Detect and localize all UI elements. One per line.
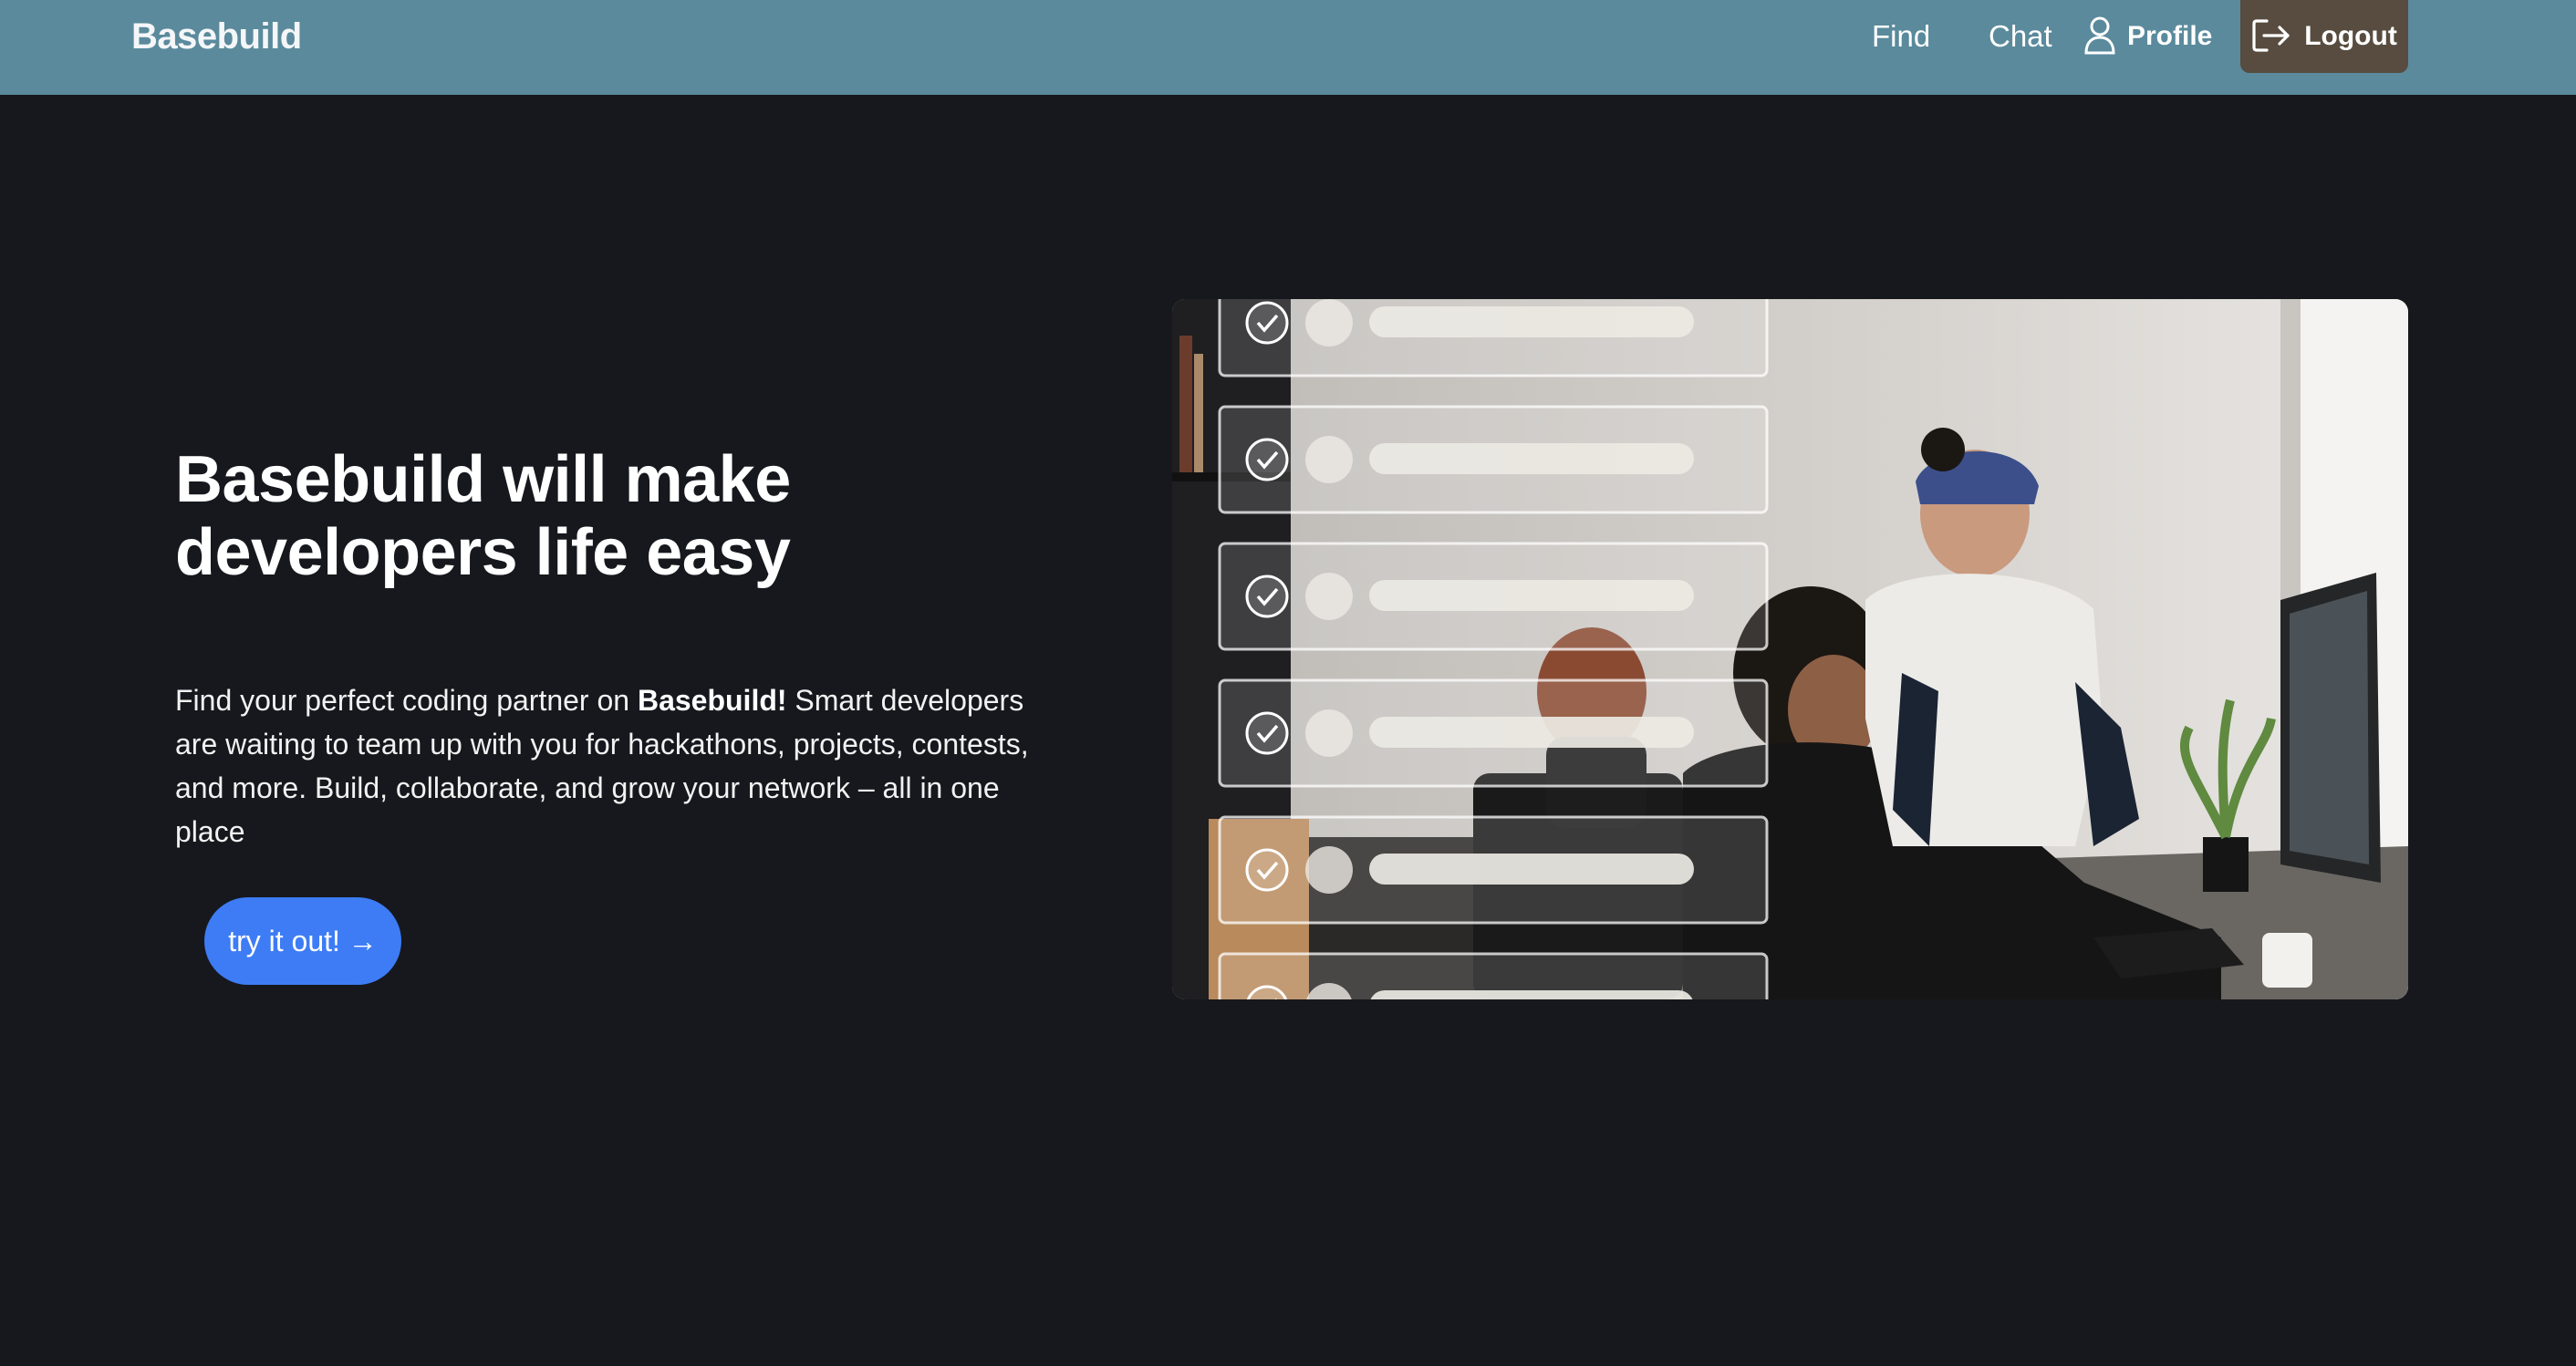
nav-link-profile[interactable]: Profile	[2083, 13, 2212, 60]
description-brand: Basebuild!	[637, 684, 787, 717]
checklist-row	[1218, 815, 1769, 925]
try-it-out-button[interactable]: try it out! →	[204, 897, 401, 985]
nav-link-find[interactable]: Find	[1872, 13, 1930, 60]
hero-headline: Basebuild will make developers life easy	[175, 443, 791, 589]
check-icon	[1245, 848, 1289, 892]
brand-logo[interactable]: Basebuild	[131, 13, 302, 60]
checklist-row	[1218, 542, 1769, 651]
logout-label: Logout	[2304, 21, 2397, 51]
logout-icon	[2251, 17, 2291, 57]
check-icon	[1245, 574, 1289, 618]
profile-label: Profile	[2127, 21, 2213, 51]
top-navbar: Basebuild Find Chat Profile Logout	[0, 0, 2576, 95]
check-icon	[1245, 711, 1289, 755]
user-icon	[2083, 15, 2116, 59]
description-intro: Find your perfect coding partner on	[175, 684, 638, 717]
logout-button[interactable]: Logout	[2240, 0, 2408, 73]
check-icon	[1245, 438, 1289, 481]
hero-image	[1172, 299, 2408, 999]
checklist-row	[1218, 299, 1769, 378]
checklist-row	[1218, 952, 1769, 999]
hero-description: Find your perfect coding partner on Base…	[175, 678, 1069, 854]
check-icon	[1245, 301, 1289, 345]
checklist-row	[1218, 678, 1769, 788]
nav-link-chat[interactable]: Chat	[1989, 13, 2052, 60]
checklist-row	[1218, 405, 1769, 514]
